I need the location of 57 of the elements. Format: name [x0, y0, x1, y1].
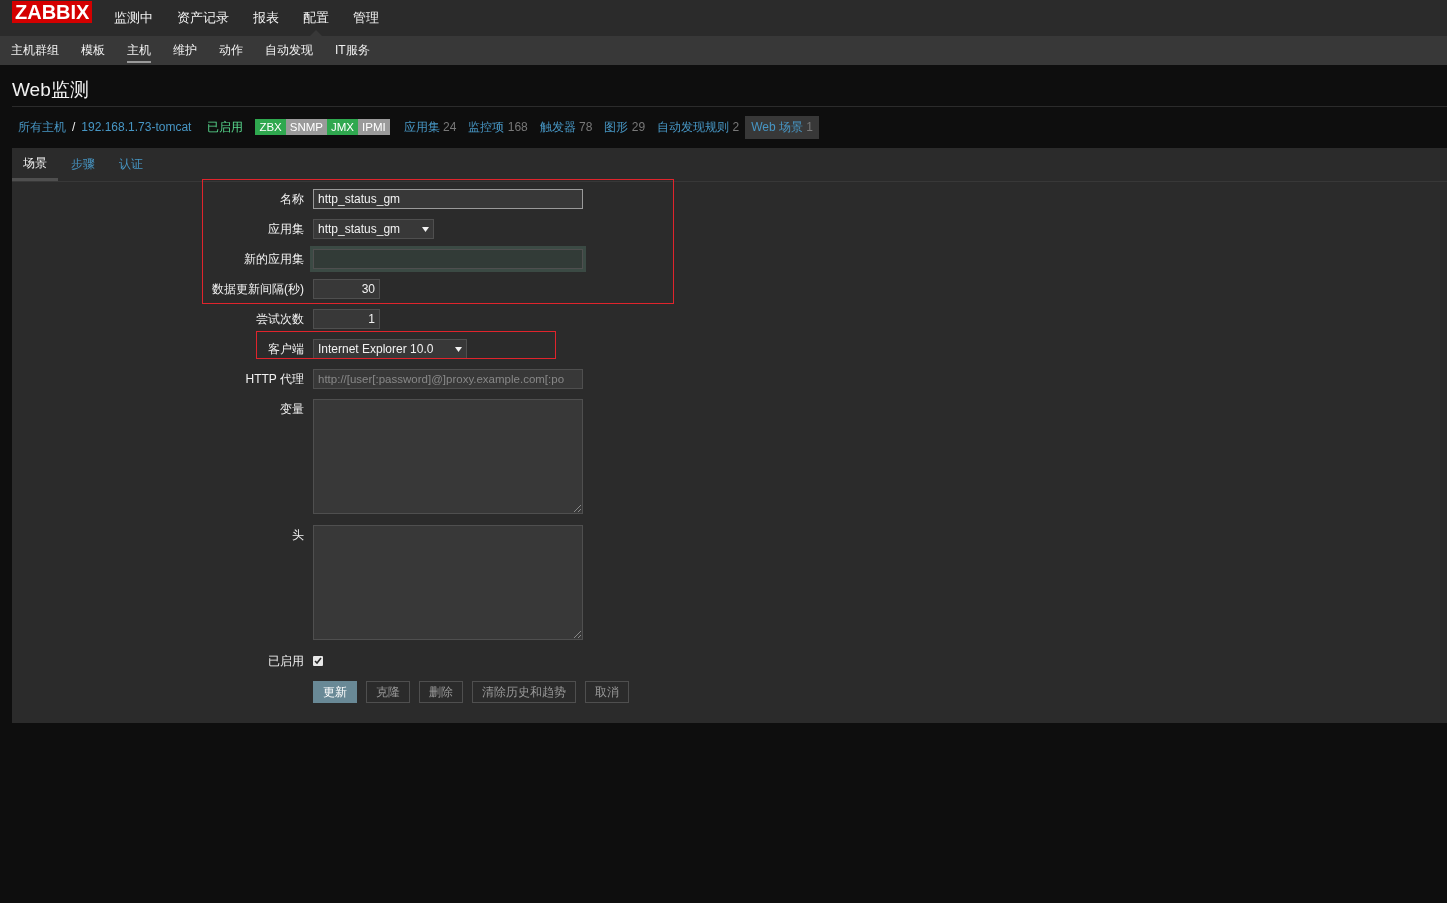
tab[interactable]: 场景: [12, 148, 58, 181]
field-label: 客户端: [267, 341, 305, 358]
host-link[interactable]: 图形 29: [598, 115, 652, 139]
availability-badge: IPMI: [358, 119, 390, 135]
form-button[interactable]: 删除: [419, 681, 463, 703]
text-field[interactable]: [313, 249, 583, 269]
field-label: 变量: [279, 401, 305, 418]
number-field[interactable]: 30: [313, 279, 380, 299]
form-button[interactable]: 更新: [313, 681, 357, 703]
field-label: 数据更新间隔(秒): [211, 281, 305, 298]
sub-menu-item[interactable]: 主机: [116, 36, 162, 65]
host-link[interactable]: 触发器 78: [533, 115, 599, 139]
form-button[interactable]: 清除历史和趋势: [472, 681, 576, 703]
availability-badge: JMX: [327, 119, 359, 135]
field-label: 名称: [279, 191, 305, 208]
sub-menu-item[interactable]: 动作: [208, 36, 254, 65]
form-button[interactable]: 取消: [585, 681, 629, 703]
logo[interactable]: ZABBIX: [12, 1, 93, 23]
sub-menu-item[interactable]: 主机群组: [0, 36, 70, 65]
form-button[interactable]: 克隆: [366, 681, 410, 703]
caret-icon: [422, 226, 430, 232]
text-field[interactable]: http_status_gm: [313, 189, 583, 209]
menu-item[interactable]: 管理: [341, 0, 392, 36]
host-link[interactable]: 自动发现规则 2: [651, 115, 746, 139]
menu-item[interactable]: 监测中: [102, 0, 166, 36]
page-title: Web监测: [12, 78, 90, 102]
dropdown[interactable]: http_status_gm: [313, 219, 435, 239]
host-link[interactable]: 监控项 168: [462, 115, 534, 139]
resize-grip-icon[interactable]: [573, 504, 581, 512]
field-label: 应用集: [267, 221, 305, 238]
menu-item[interactable]: 资产记录: [165, 0, 242, 36]
field-label: HTTP 代理: [244, 371, 305, 388]
caret-icon: [455, 346, 463, 352]
menu-item[interactable]: 报表: [241, 0, 292, 36]
availability-badge: SNMP: [285, 119, 328, 135]
dropdown[interactable]: Internet Explorer 10.0: [313, 339, 468, 359]
breadcrumb-link[interactable]: 所有主机: [18, 118, 66, 136]
sub-menu-item[interactable]: IT服务: [324, 36, 381, 65]
sub-menu-item[interactable]: 维护: [162, 36, 208, 65]
host-link[interactable]: 应用集 24: [397, 115, 463, 139]
tab[interactable]: 认证: [108, 148, 154, 181]
host-status: 已启用: [207, 118, 244, 136]
availability-badge: ZBX: [255, 119, 286, 135]
field-label: 尝试次数: [255, 311, 305, 328]
field-label: 新的应用集: [243, 251, 305, 268]
sub-menu-item[interactable]: 模板: [70, 36, 116, 65]
number-field[interactable]: 1: [313, 309, 380, 329]
menu-item[interactable]: 配置: [291, 0, 342, 36]
resize-grip-icon[interactable]: [573, 630, 581, 638]
field-label: 头: [291, 527, 305, 544]
host-link[interactable]: Web 场景 1: [745, 115, 819, 139]
tab[interactable]: 步骤: [60, 148, 106, 181]
breadcrumb-separator: /: [72, 120, 76, 134]
breadcrumb-link[interactable]: 192.168.1.73-tomcat: [81, 120, 192, 134]
field-label: 已启用: [267, 653, 305, 670]
checkbox[interactable]: [313, 656, 323, 666]
sub-menu-item[interactable]: 自动发现: [254, 36, 324, 65]
